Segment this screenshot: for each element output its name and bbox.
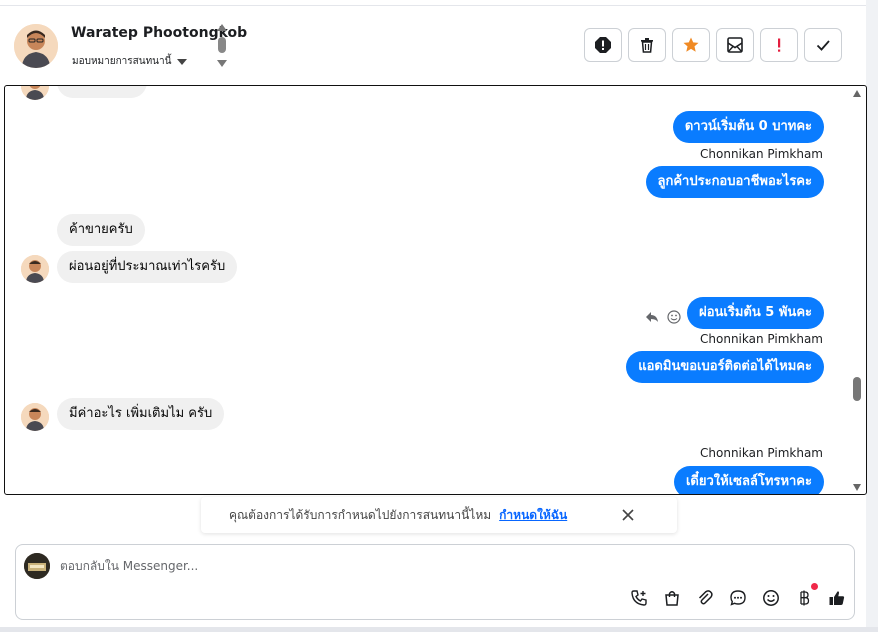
avatar: [21, 255, 49, 283]
reply-composer: [15, 544, 855, 620]
message-bubble-outgoing[interactable]: ลูกค้าประกอบอาชีพอะไรคะ: [645, 166, 824, 198]
thread-scrollbar[interactable]: [853, 90, 863, 492]
message-bubble-incoming[interactable]: ผ่อนอยู่ที่ประมาณเท่าไรครับ: [57, 251, 238, 283]
sender-name: Chonnikan Pimkham: [700, 332, 823, 346]
chat-bubble-icon: [730, 590, 746, 606]
attach-button[interactable]: [696, 589, 714, 607]
thumbs-up-icon: [829, 591, 845, 605]
saved-replies-button[interactable]: [729, 589, 747, 607]
sender-name: Chonnikan Pimkham: [700, 147, 823, 161]
assign-to-me-link[interactable]: กำหนดให้ฉัน: [499, 506, 567, 525]
message-bubble-outgoing[interactable]: ผ่อนเริ่มต้น 5 พันคะ: [687, 297, 824, 329]
reply-input[interactable]: [60, 555, 660, 577]
close-icon[interactable]: [619, 506, 637, 524]
message-actions: [645, 310, 681, 324]
emoji-icon: [763, 590, 779, 606]
star-icon: [683, 37, 699, 52]
call-add-icon: [631, 590, 647, 606]
call-add-button[interactable]: [630, 589, 648, 607]
like-button[interactable]: [828, 589, 846, 607]
message-bubble-partial: [57, 86, 147, 98]
exclamation-icon: [778, 38, 781, 52]
report-icon: [595, 37, 611, 53]
done-button[interactable]: [804, 28, 842, 62]
avatar: [21, 403, 49, 431]
trash-icon: [641, 38, 653, 53]
avatar[interactable]: [14, 24, 58, 68]
paperclip-icon: [698, 590, 713, 605]
conversation-window: Waratep Phootongkob มอบหมายการสนทนานี้ ด…: [0, 0, 878, 632]
payment-button[interactable]: [795, 583, 818, 607]
reply-icon[interactable]: [645, 310, 659, 324]
scroll-thumb[interactable]: [218, 37, 226, 53]
chevron-down-icon: [177, 58, 188, 65]
react-emoji-icon[interactable]: [667, 310, 681, 324]
message-bubble-outgoing[interactable]: แอดมินขอเบอร์ติดต่อได้ไหมคะ: [626, 351, 824, 383]
star-button[interactable]: [672, 28, 710, 62]
header-scrollbar[interactable]: [217, 24, 227, 70]
spam-button[interactable]: [760, 28, 798, 62]
page-avatar: [24, 553, 50, 579]
conversation-actions: [584, 28, 842, 62]
check-icon: [816, 40, 830, 51]
composer-toolbar: [630, 583, 846, 607]
page-edge: [866, 0, 878, 632]
scroll-down-icon[interactable]: [217, 60, 227, 67]
report-button[interactable]: [584, 28, 622, 62]
scroll-up-icon[interactable]: [217, 24, 227, 31]
shopping-bag-icon: [665, 591, 679, 606]
scroll-thumb[interactable]: [853, 377, 861, 401]
scroll-down-icon[interactable]: [853, 484, 861, 491]
message-bubble-incoming[interactable]: มีค่าอะไร เพิ่มเติมไม ครับ: [57, 398, 225, 430]
shop-button[interactable]: [663, 589, 681, 607]
scroll-up-icon[interactable]: [853, 90, 861, 97]
baht-icon: [800, 590, 810, 606]
conversation-header: Waratep Phootongkob มอบหมายการสนทนานี้: [0, 6, 866, 86]
assign-notice: คุณต้องการได้รับการกำหนดไปยังการสนทนานี้…: [201, 497, 677, 533]
message-bubble-outgoing[interactable]: เดี๋ยวให้เซลล์โทรหาคะ: [673, 466, 824, 494]
message-bubble-outgoing[interactable]: ดาวน์เริ่มต้น 0 บาทคะ: [672, 111, 824, 143]
message-thread[interactable]: ดาวน์เริ่มต้น 0 บาทคะ Chonnikan Pimkham …: [4, 85, 867, 495]
sender-name: Chonnikan Pimkham: [700, 446, 823, 460]
delete-button[interactable]: [628, 28, 666, 62]
mark-unread-icon: [727, 37, 743, 53]
message-bubble-incoming[interactable]: ค้าขายครับ: [57, 214, 145, 246]
assign-notice-text: คุณต้องการได้รับการกำหนดไปยังการสนทนานี้…: [229, 507, 492, 522]
assign-dropdown[interactable]: มอบหมายการสนทนานี้: [72, 54, 188, 69]
mark-unread-button[interactable]: [716, 28, 754, 62]
avatar: [21, 86, 49, 100]
emoji-button[interactable]: [762, 589, 780, 607]
page-edge-bottom: [0, 627, 878, 632]
notification-dot: [811, 583, 818, 590]
assign-label: มอบหมายการสนทนานี้: [72, 56, 172, 67]
